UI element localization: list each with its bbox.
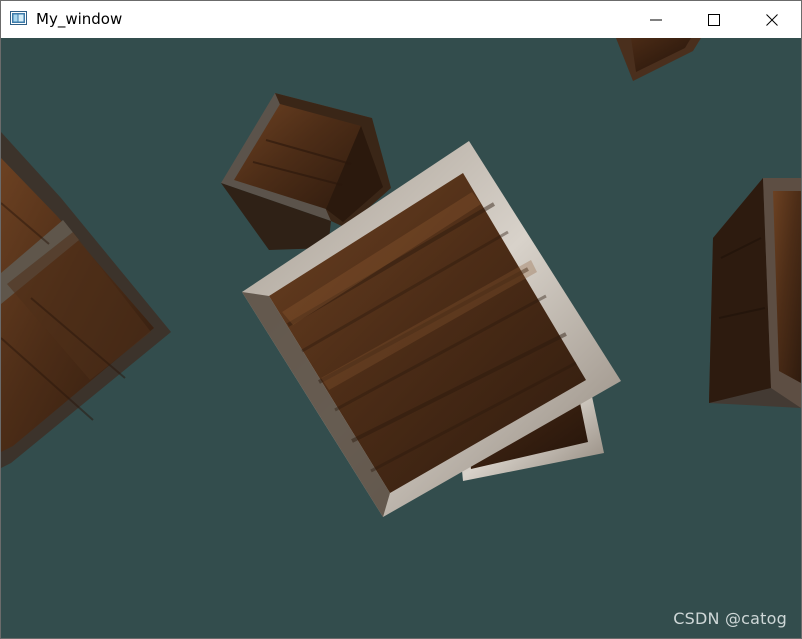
- title-bar[interactable]: My_window: [1, 1, 801, 38]
- minimize-button[interactable]: [627, 1, 685, 38]
- maximize-icon: [708, 13, 720, 26]
- close-button[interactable]: [743, 1, 801, 38]
- opengl-viewport[interactable]: CSDN @catog: [1, 38, 801, 638]
- maximize-button[interactable]: [685, 1, 743, 38]
- crate-top-right: [616, 38, 701, 81]
- watermark-text: CSDN @catog: [673, 609, 787, 628]
- scene-canvas: [1, 38, 801, 517]
- minimize-icon: [650, 19, 662, 20]
- app-window-icon: [10, 11, 27, 25]
- crate-left: [1, 132, 171, 468]
- window-title: My_window: [36, 10, 123, 28]
- close-icon: [766, 13, 778, 26]
- app-window: My_window CSDN @catog: [0, 0, 802, 639]
- crate-right: [709, 178, 801, 408]
